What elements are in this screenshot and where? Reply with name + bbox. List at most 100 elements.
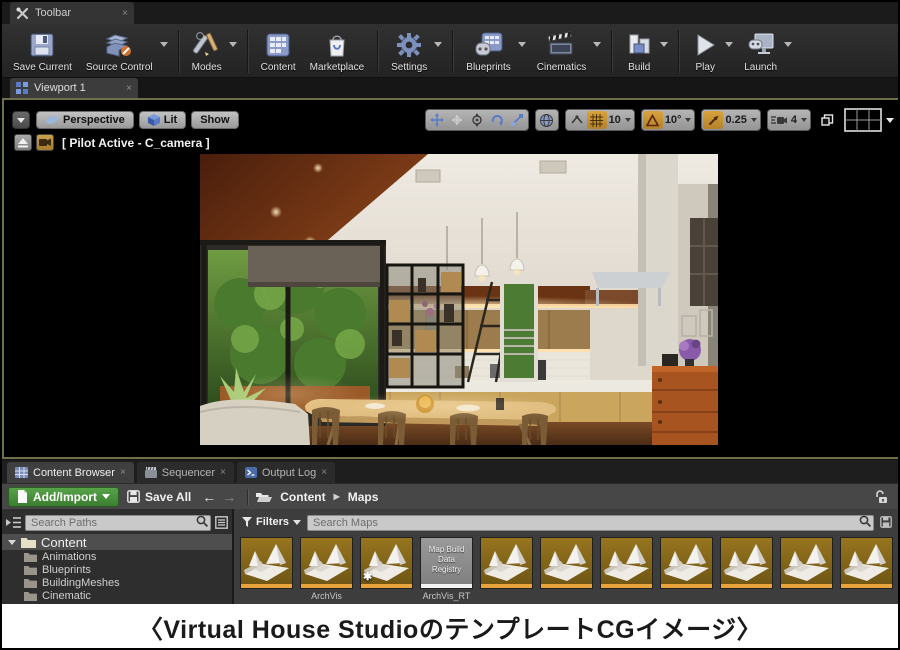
perspective-button[interactable]: Perspective [36, 111, 134, 129]
camera-speed-icon[interactable] [769, 111, 789, 129]
folder-animations[interactable]: Animations [2, 550, 232, 563]
chevron-down-icon[interactable] [160, 42, 168, 47]
folder-blueprints[interactable]: Blueprints [2, 563, 232, 576]
show-button[interactable]: Show [191, 111, 238, 129]
lit-cube-icon [148, 114, 160, 126]
marketplace-button[interactable]: Marketplace [303, 26, 371, 77]
asset-type-color-bar [301, 584, 352, 588]
close-icon[interactable]: × [321, 467, 327, 478]
translate-tool-icon[interactable] [427, 111, 447, 129]
asset-tile[interactable] [540, 537, 593, 602]
folder-cinematic[interactable]: Cinematic [2, 589, 232, 602]
chevron-down-icon[interactable] [593, 42, 601, 47]
blueprints-button[interactable]: Blueprints [459, 27, 517, 77]
lock-button[interactable] [875, 490, 892, 504]
surface-snap-icon[interactable] [567, 111, 587, 129]
chevron-down-icon[interactable] [434, 42, 442, 47]
rotation-snap-toggle[interactable] [643, 111, 663, 129]
folder-content-root[interactable]: Content [2, 534, 232, 550]
asset-tile[interactable] [720, 537, 773, 602]
modes-button[interactable]: Modes [185, 27, 229, 77]
scale-snap-toggle[interactable] [703, 111, 723, 129]
pilot-camera-button[interactable] [36, 134, 54, 151]
add-import-button[interactable]: Add/Import [8, 487, 119, 507]
asset-type-color-bar [421, 584, 472, 588]
magnifier-icon [196, 515, 208, 527]
grid-snap-value[interactable]: 10 [607, 111, 633, 129]
source-control-button[interactable]: Source Control [79, 27, 160, 77]
map-thumbnail [480, 537, 533, 589]
save-filter-icon[interactable] [880, 516, 892, 528]
tab-viewport-1[interactable]: Viewport 1 × [10, 78, 138, 98]
launch-button[interactable]: Launch [737, 27, 784, 77]
chevron-down-icon[interactable] [784, 42, 792, 47]
asset-tile[interactable] [600, 537, 653, 602]
asset-tile[interactable] [660, 537, 713, 602]
scale-snap-value[interactable]: 0.25 [723, 111, 758, 129]
play-button[interactable]: Play [685, 27, 725, 77]
asset-tile[interactable]: ✱ [360, 537, 413, 602]
chevron-down-icon[interactable] [518, 42, 526, 47]
build-button[interactable]: Build [618, 27, 660, 77]
search-maps-input[interactable] [307, 515, 874, 531]
forward-arrow-button[interactable]: → [219, 489, 239, 505]
rotation-snap-value[interactable]: 10° [663, 111, 694, 129]
grid-snap-group: 10 [565, 109, 635, 131]
chevron-down-icon[interactable] [660, 42, 668, 47]
scale-tool-icon[interactable] [507, 111, 527, 129]
back-arrow-button[interactable]: ← [199, 489, 219, 505]
search-paths-input[interactable] [25, 515, 211, 531]
camera-speed-value[interactable]: 4 [789, 111, 809, 129]
chevron-down-icon[interactable] [725, 42, 733, 47]
cinematics-button[interactable]: Cinematics [530, 27, 593, 77]
view-options-icon[interactable] [215, 516, 228, 529]
tab-content-browser[interactable]: Content Browser × [7, 462, 134, 483]
content-browser-body: Content Animations Blueprints BuildingMe… [2, 509, 898, 604]
close-icon[interactable]: × [122, 8, 128, 19]
buildings-icon [625, 29, 653, 61]
asset-tile[interactable] [840, 537, 893, 602]
expand-caret-icon[interactable] [8, 540, 16, 545]
viewport-options-button[interactable] [12, 111, 30, 129]
map-thumbnail [780, 537, 833, 589]
folder-buildingmeshes[interactable]: BuildingMeshes [2, 576, 232, 589]
lit-button[interactable]: Lit [139, 111, 186, 129]
globe-icon[interactable] [537, 111, 557, 129]
chevron-down-icon[interactable] [229, 42, 237, 47]
main-toolbar: Save Current Source Control Modes Conten… [2, 24, 898, 78]
breadcrumb-root[interactable]: Content [280, 490, 325, 504]
eject-pilot-button[interactable] [14, 134, 32, 151]
filters-button[interactable]: Filters [242, 516, 301, 528]
save-current-button[interactable]: Save Current [6, 26, 79, 77]
save-all-floppy-icon [127, 490, 140, 503]
content-button[interactable]: Content [254, 26, 303, 77]
combined-transform-tool-icon[interactable] [447, 111, 467, 129]
folder-icon [24, 565, 37, 575]
layout-grid-icon [844, 108, 882, 132]
close-icon[interactable]: × [126, 83, 132, 94]
close-icon[interactable]: × [120, 467, 126, 478]
asset-tile[interactable] [240, 537, 293, 602]
grid-snap-toggle[interactable] [587, 111, 607, 129]
asset-type-color-bar [601, 584, 652, 588]
save-all-button[interactable]: Save All [119, 487, 199, 507]
breadcrumb-current[interactable]: Maps [348, 490, 379, 504]
tab-sequencer[interactable]: Sequencer × [137, 462, 234, 483]
settings-button[interactable]: Settings [384, 27, 434, 77]
asset-tile[interactable]: ArchVis [300, 537, 353, 602]
rotate-tool-icon[interactable] [487, 111, 507, 129]
asset-tile[interactable] [780, 537, 833, 602]
viewport-layout-button[interactable] [844, 108, 894, 132]
restore-viewport-icon[interactable] [821, 114, 834, 127]
tab-output-log[interactable]: Output Log × [237, 462, 335, 483]
rotate-select-tool-icon[interactable] [467, 111, 487, 129]
viewport-panel[interactable]: Perspective Lit Show 10 [2, 98, 900, 459]
asset-tile[interactable] [480, 537, 533, 602]
asset-tile[interactable]: Map Build Data Registry ArchVis_RT [420, 537, 473, 602]
close-icon[interactable]: × [220, 467, 226, 478]
toolbar-separator [377, 30, 378, 73]
tab-viewport-label: Viewport 1 [34, 82, 86, 94]
tab-toolbar[interactable]: Toolbar × [10, 2, 134, 24]
collapse-sources-icon[interactable] [6, 516, 21, 529]
show-label: Show [200, 114, 229, 126]
